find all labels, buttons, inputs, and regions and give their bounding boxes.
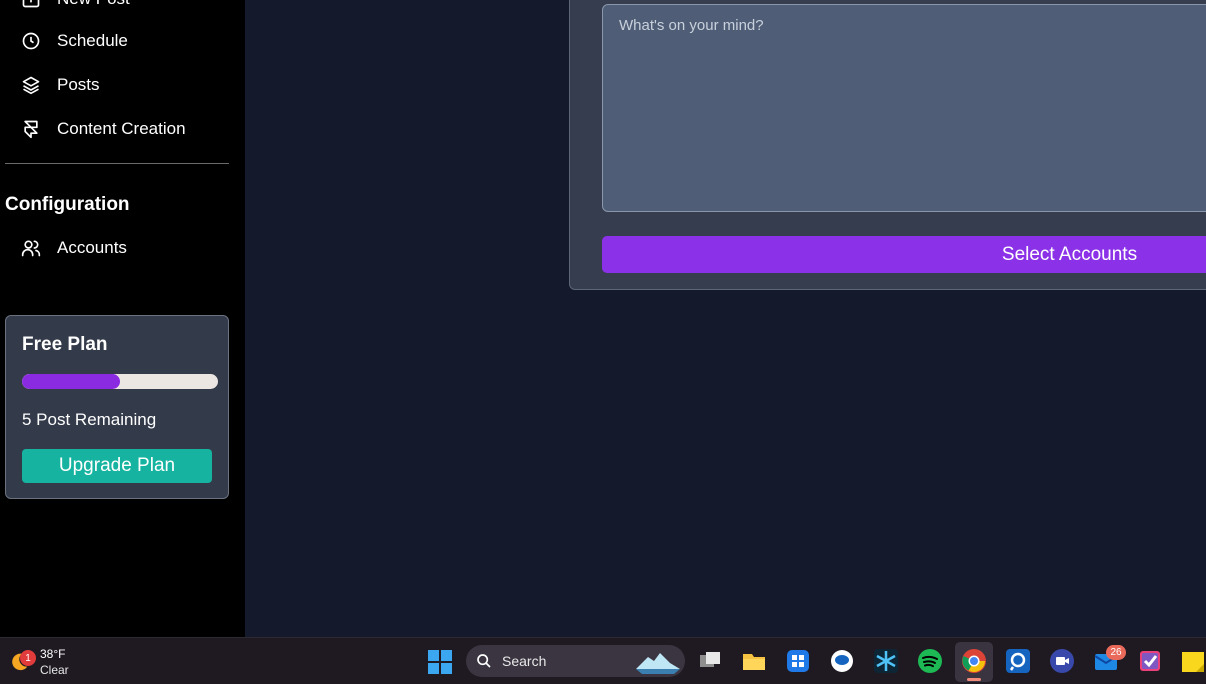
clock-icon: [20, 30, 42, 52]
sidebar-item-content-creation[interactable]: Content Creation: [20, 114, 186, 144]
weather-condition: Clear: [40, 663, 69, 677]
sidebar: New Post Schedule Posts Content Creation…: [0, 0, 245, 637]
sidebar-item-label: New Post: [57, 0, 130, 9]
users-icon: [20, 237, 42, 259]
search-icon: [477, 654, 491, 668]
sidebar-item-posts[interactable]: Posts: [20, 70, 100, 100]
sidebar-item-schedule[interactable]: Schedule: [20, 26, 128, 56]
iceberg-icon: [636, 653, 680, 674]
upgrade-plan-button[interactable]: Upgrade Plan: [22, 449, 212, 483]
active-indicator: [967, 678, 981, 681]
spotify-icon[interactable]: [917, 648, 943, 674]
chrome-icon[interactable]: [961, 648, 987, 674]
mail-badge: 26: [1106, 645, 1126, 660]
sidebar-item-new-post[interactable]: New Post: [20, 0, 130, 14]
sidebar-item-label: Accounts: [57, 238, 127, 257]
layers-icon: [20, 74, 42, 96]
search-label: Search: [502, 653, 547, 669]
start-button[interactable]: [427, 649, 453, 675]
sidebar-item-accounts[interactable]: Accounts: [20, 233, 127, 263]
post-content-input[interactable]: [602, 4, 1206, 212]
chat-bubble-icon[interactable]: [829, 648, 855, 674]
taskbar: 1 38°F Clear Search 26: [0, 637, 1206, 684]
app-grid-icon[interactable]: [785, 648, 811, 674]
screen-search-icon[interactable]: [1005, 648, 1031, 674]
windows-icon: [428, 650, 452, 674]
configuration-heading: Configuration: [5, 194, 130, 215]
video-call-icon[interactable]: [1049, 648, 1075, 674]
plan-card: Free Plan 5 Post Remaining Upgrade Plan: [5, 315, 229, 499]
plan-progress-bar: [22, 374, 218, 389]
weather-temp: 38°F: [40, 647, 66, 661]
composer-card: Select Accounts: [569, 0, 1206, 290]
sticky-notes-icon[interactable]: [1180, 648, 1206, 674]
sidebar-item-label: Posts: [57, 75, 100, 94]
taskbar-search[interactable]: Search: [466, 645, 685, 677]
sidebar-item-label: Content Creation: [57, 119, 186, 138]
posts-remaining: 5 Post Remaining: [22, 410, 157, 429]
sidebar-divider: [5, 163, 229, 164]
plan-title: Free Plan: [22, 334, 108, 355]
framer-icon: [20, 118, 42, 140]
select-accounts-button[interactable]: Select Accounts: [602, 236, 1206, 273]
sidebar-item-label: Schedule: [57, 31, 128, 50]
star-app-icon[interactable]: [873, 648, 899, 674]
task-view-icon[interactable]: [697, 648, 723, 674]
file-explorer-icon[interactable]: [741, 648, 767, 674]
plus-square-icon: [20, 0, 42, 10]
weather-widget[interactable]: 1 38°F Clear: [6, 644, 86, 680]
plan-progress-fill: [22, 374, 120, 389]
checklist-icon[interactable]: [1137, 648, 1163, 674]
weather-badge: 1: [20, 650, 36, 666]
